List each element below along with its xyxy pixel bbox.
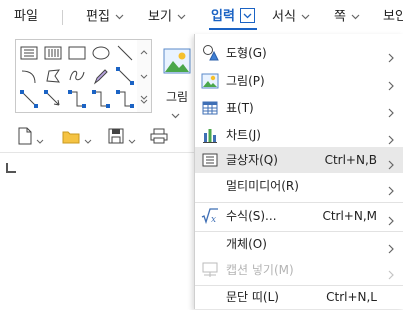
folder-icon <box>62 129 80 148</box>
menu-item-textbox[interactable]: 글상자(Q) Ctrl+N,B <box>195 147 403 173</box>
menu-item-label: 그림(P) <box>226 74 265 88</box>
arc-shape-icon[interactable] <box>19 66 39 86</box>
menu-format[interactable]: 서식 <box>272 0 310 34</box>
menu-edit-label: 편집 <box>86 9 110 25</box>
ruler-corner-marker <box>6 163 16 173</box>
shape-gallery-scroll <box>137 39 152 113</box>
straight-connector-icon[interactable] <box>19 89 39 109</box>
textbox-shape-icon[interactable] <box>19 43 39 63</box>
picture-icon <box>163 48 191 78</box>
save-button[interactable] <box>108 128 136 148</box>
chevron-right-icon <box>388 239 394 258</box>
chevron-right-icon <box>388 48 394 67</box>
chevron-down-icon <box>177 0 186 34</box>
menu-item-shortcut: Ctrl+N,B <box>324 153 377 167</box>
menu-edit[interactable]: 편집 <box>86 0 124 34</box>
arrow-connector-icon[interactable] <box>115 66 135 86</box>
menu-item-label: 개체(O) <box>226 237 267 251</box>
caption-icon <box>201 261 219 279</box>
elbow-connector-icon[interactable] <box>67 89 87 109</box>
expand-gallery-icon[interactable] <box>137 88 151 112</box>
menu-item-label: 표(T) <box>226 101 254 115</box>
elbow-arrow-connector-icon[interactable] <box>91 89 111 109</box>
new-document-button[interactable] <box>18 127 44 149</box>
menu-item-object[interactable]: 개체(O) <box>195 231 403 257</box>
picture-button[interactable]: 그림 <box>160 44 194 119</box>
scroll-down-icon[interactable] <box>137 64 151 88</box>
menu-item-insert-caption: 캡션 넣기(M) <box>195 257 403 283</box>
menu-item-label: 문단 띠(L) <box>226 290 279 304</box>
menu-bar: 파일 편집 보기 입력 서식 쪽 보안 <box>0 0 403 34</box>
chevron-down-icon <box>171 104 180 123</box>
dropdown-toggle-icon[interactable] <box>239 8 255 23</box>
save-icon <box>108 128 124 148</box>
menu-item-label: 도형(G) <box>226 46 267 60</box>
insert-menu: 도형(G) 그림(P) 표(T) 차트(J) 글상자(Q) Ctrl+N,B 멀… <box>194 34 403 309</box>
chevron-right-icon <box>388 265 394 284</box>
menu-file-label: 파일 <box>14 9 38 24</box>
menu-item-table[interactable]: 표(T) <box>195 95 403 121</box>
menu-item-formula[interactable]: x 수식(S)... Ctrl+N,M <box>195 203 403 229</box>
rectangle-shape-icon[interactable] <box>67 43 87 63</box>
menu-file[interactable]: 파일 <box>14 0 38 34</box>
straight-arrow-connector-icon[interactable] <box>43 89 63 109</box>
active-tab-underline <box>209 28 257 30</box>
curved-connector-icon[interactable] <box>115 89 135 109</box>
chevron-down-icon <box>128 129 136 148</box>
chevron-down-icon <box>301 0 310 34</box>
shape-icon <box>201 44 219 62</box>
menu-item-shortcut: Ctrl+N,M <box>322 209 377 223</box>
menu-insert-label: 입력 <box>211 9 235 24</box>
chevron-down-icon <box>84 129 92 148</box>
chevron-down-icon <box>351 0 360 34</box>
svg-text:x: x <box>211 215 216 224</box>
menu-item-label: 캡션 넣기(M) <box>226 263 294 277</box>
menu-item-multimedia[interactable]: 멀티미디어(R) <box>195 173 403 199</box>
menu-format-label: 서식 <box>272 9 296 25</box>
menu-item-shape[interactable]: 도형(G) <box>195 40 403 66</box>
chevron-right-icon <box>388 155 394 174</box>
chevron-right-icon <box>388 181 394 200</box>
menu-item-label: 글상자(Q) <box>226 153 278 167</box>
menu-item-paragraph-band[interactable]: 문단 띠(L) Ctrl+N,L <box>195 284 403 310</box>
menu-item-label: 차트(J) <box>226 128 261 142</box>
menu-page-label: 쪽 <box>334 9 346 25</box>
chevron-right-icon <box>388 211 394 230</box>
chevron-down-icon <box>36 129 44 148</box>
menu-page[interactable]: 쪽 <box>334 0 360 34</box>
menu-item-shortcut: Ctrl+N,L <box>326 290 377 304</box>
polygon-shape-icon[interactable] <box>43 66 63 86</box>
menu-security[interactable]: 보안 <box>383 0 403 34</box>
menu-view-label: 보기 <box>148 9 172 25</box>
table-icon <box>201 99 219 117</box>
menu-security-label: 보안 <box>383 9 403 24</box>
picture-label: 그림 <box>165 90 189 104</box>
print-icon <box>150 128 168 148</box>
menu-item-chart[interactable]: 차트(J) <box>195 122 403 148</box>
menu-item-label: 수식(S)... <box>226 209 277 223</box>
open-button[interactable] <box>62 128 92 148</box>
textbox-icon <box>201 151 219 169</box>
picture-icon <box>201 72 219 90</box>
menu-divider <box>62 10 63 25</box>
menu-insert[interactable]: 입력 <box>209 0 257 34</box>
print-button[interactable] <box>150 128 168 148</box>
menu-view[interactable]: 보기 <box>148 0 186 34</box>
curve-shape-icon[interactable] <box>67 66 87 86</box>
new-document-icon <box>18 127 32 149</box>
vertical-textbox-shape-icon[interactable] <box>43 43 63 63</box>
shape-gallery <box>15 39 139 113</box>
formula-icon: x <box>201 207 219 225</box>
freehand-pen-icon[interactable] <box>91 66 111 86</box>
chevron-down-icon <box>115 0 124 34</box>
menu-item-picture[interactable]: 그림(P) <box>195 68 403 94</box>
chevron-right-icon <box>388 76 394 95</box>
chevron-right-icon <box>388 103 394 122</box>
chart-icon <box>201 126 219 144</box>
menu-item-label: 멀티미디어(R) <box>226 179 299 193</box>
ellipse-shape-icon[interactable] <box>91 43 111 63</box>
line-shape-icon[interactable] <box>115 43 135 63</box>
scroll-up-icon[interactable] <box>137 40 151 64</box>
